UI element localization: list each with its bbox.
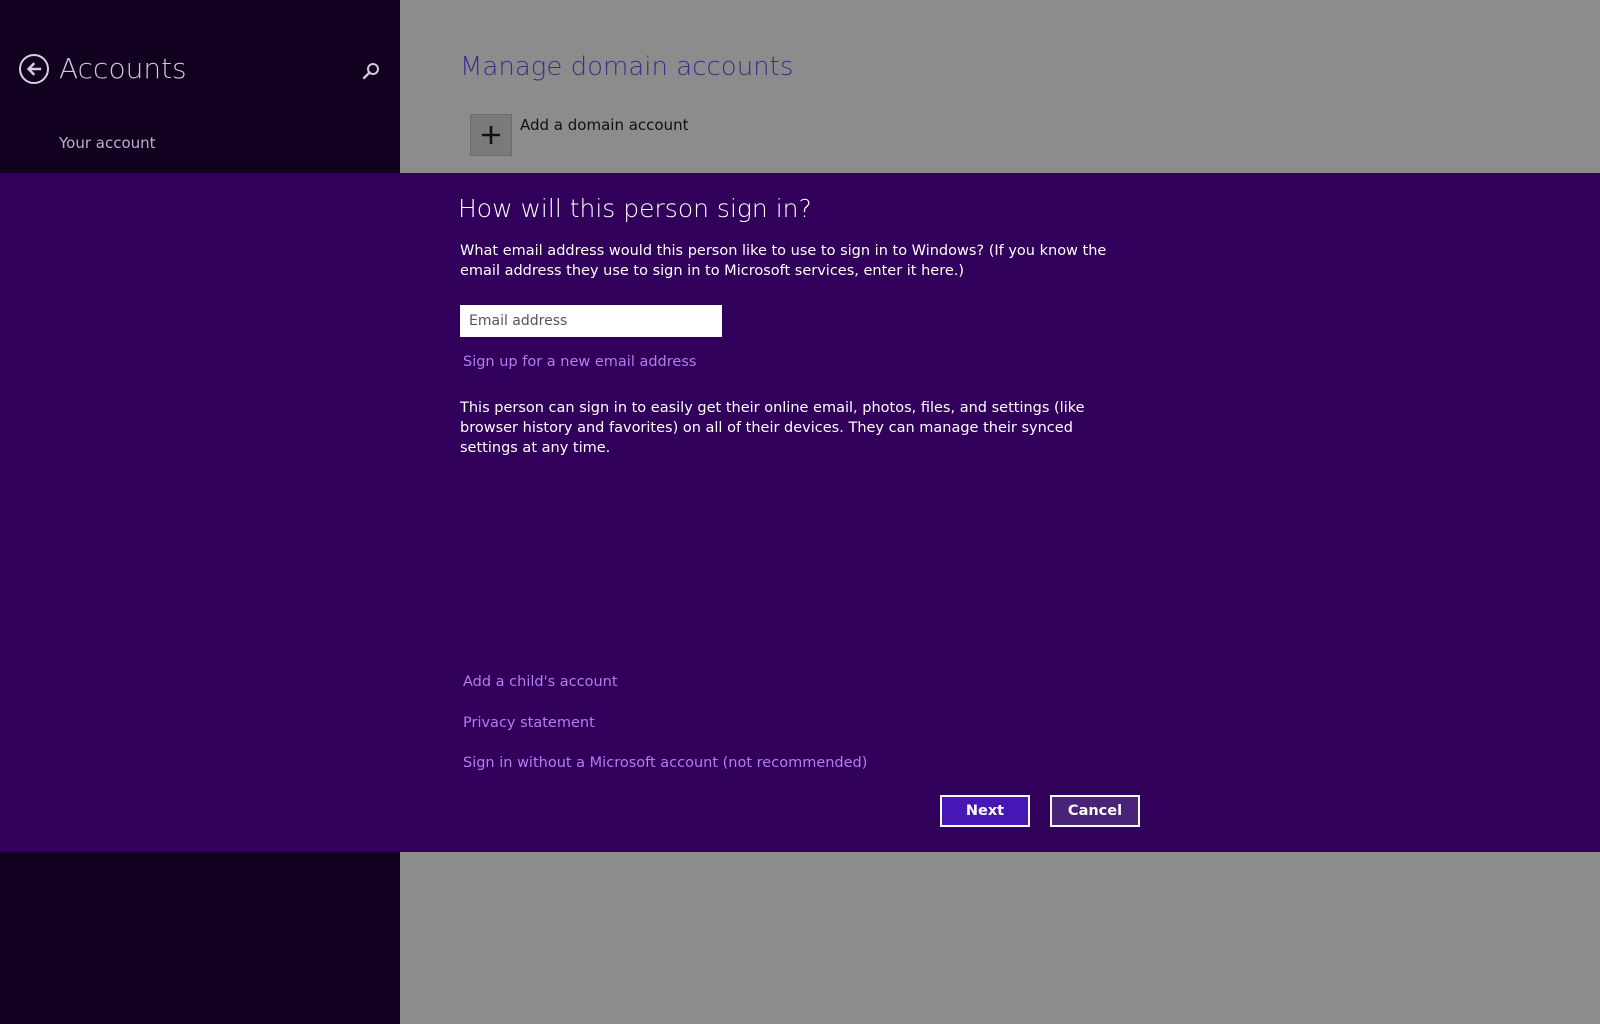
privacy-statement-link[interactable]: Privacy statement: [463, 715, 595, 731]
email-input[interactable]: [460, 305, 722, 337]
sign-in-dialog: How will this person sign in? What email…: [0, 173, 1600, 852]
plus-icon: [482, 126, 500, 144]
dialog-description: What email address would this person lik…: [460, 243, 1107, 279]
add-child-account-link[interactable]: Add a child's account: [463, 674, 618, 690]
add-domain-account-button[interactable]: [470, 114, 512, 156]
search-icon: [362, 63, 379, 80]
next-button[interactable]: Next: [940, 795, 1030, 827]
signup-email-link[interactable]: Sign up for a new email address: [463, 354, 696, 370]
search-button[interactable]: [360, 60, 382, 82]
back-button[interactable]: [19, 54, 49, 84]
sign-in-without-microsoft-account-link[interactable]: Sign in without a Microsoft account (not…: [463, 755, 867, 771]
page-title: Manage domain accounts: [460, 52, 794, 82]
pane-title: Accounts: [59, 52, 187, 85]
nav-item-your-account[interactable]: Your account: [59, 134, 156, 152]
back-arrow-icon: [26, 62, 42, 76]
dialog-info-text: This person can sign in to easily get th…: [460, 400, 1085, 456]
dialog-title: How will this person sign in?: [458, 194, 812, 223]
add-domain-account-label[interactable]: Add a domain account: [520, 116, 688, 134]
cancel-button[interactable]: Cancel: [1050, 795, 1140, 827]
